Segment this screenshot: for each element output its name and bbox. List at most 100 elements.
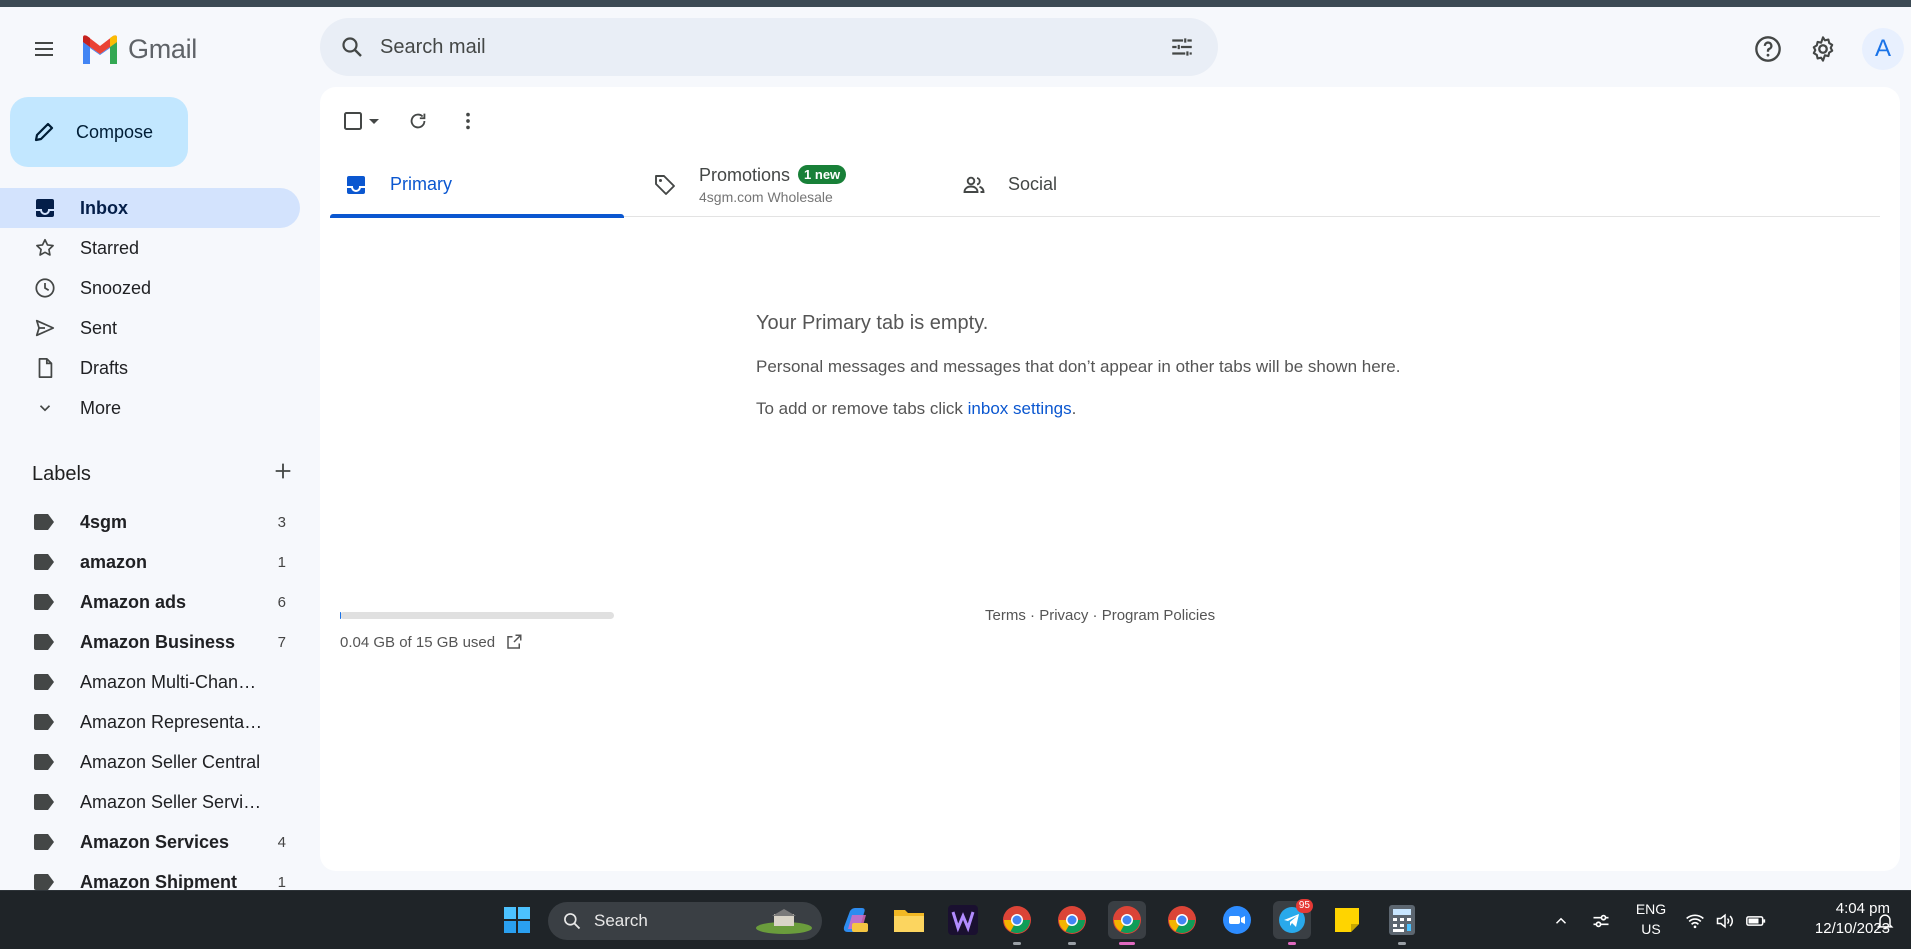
support-button[interactable] [1746, 27, 1790, 71]
storage-text: 0.04 GB of 15 GB used [340, 633, 496, 651]
search-input[interactable] [380, 35, 1154, 59]
input-language-indicator[interactable]: ENG US [1633, 899, 1669, 939]
sidebar-item-drafts[interactable]: Drafts [0, 348, 300, 388]
taskbar-chrome-3-active[interactable] [1108, 901, 1146, 945]
terms-link[interactable]: Terms [985, 607, 1026, 624]
sidebar-nav: Inbox Starred Snoozed Sent Drafts More [0, 188, 300, 428]
taskbar-telegram[interactable]: 95 [1273, 899, 1313, 945]
sidebar-item-label: Starred [80, 237, 140, 258]
sidebar-item-label: Sent [80, 317, 118, 338]
open-in-new-icon[interactable] [505, 633, 523, 651]
inbox-tabs: Primary Promotions 1 new 4sgm.com Wholesa… [330, 152, 1880, 218]
footer-links: Terms · Privacy · Program Policies [985, 607, 1215, 624]
label-tag-icon [34, 594, 54, 610]
mail-toolbar [336, 101, 488, 141]
refresh-button[interactable] [398, 101, 438, 141]
tune-icon [1172, 38, 1192, 56]
chrome-icon [1058, 906, 1086, 934]
label-name: 4sgm [80, 511, 128, 532]
inbox-icon [36, 199, 54, 217]
taskbar-chrome-2[interactable] [1053, 901, 1091, 945]
search-bar[interactable] [320, 18, 1218, 76]
tab-sender-preview: 4sgm.com Wholesale [699, 188, 833, 205]
compose-button[interactable]: Compose [10, 97, 188, 167]
account-avatar[interactable]: A [1862, 28, 1904, 70]
tray-settings-button[interactable] [1591, 891, 1611, 949]
notifications-button[interactable] [1875, 891, 1895, 949]
app-name: Gmail [128, 33, 198, 64]
taskbar-copilot[interactable] [836, 901, 874, 939]
clock-icon [35, 278, 55, 298]
label-name: Amazon Services [80, 831, 230, 852]
gear-icon [1812, 36, 1834, 62]
search-button[interactable] [324, 19, 380, 75]
label-item-amazon-multi-channel[interactable]: Amazon Multi-Channel ... [0, 662, 300, 702]
label-item-amazon[interactable]: amazon 1 [0, 542, 300, 582]
more-actions-button[interactable] [448, 101, 488, 141]
label-item-amazon-services[interactable]: Amazon Services 4 [0, 822, 300, 862]
label-item-amazon-business[interactable]: Amazon Business 7 [0, 622, 300, 662]
taskbar-app-w[interactable] [944, 901, 982, 939]
main-menu-button[interactable] [24, 29, 64, 69]
create-label-button[interactable] [272, 460, 294, 488]
inbox-settings-link[interactable]: inbox settings [968, 399, 1072, 418]
taskbar-sticky-notes[interactable] [1328, 901, 1366, 939]
taskbar-search[interactable]: Search [548, 902, 822, 940]
refresh-icon [410, 113, 426, 129]
empty-state: Your Primary tab is empty. Personal mess… [756, 312, 1556, 441]
label-count: 1 [277, 553, 286, 571]
sidebar-item-label: Snoozed [80, 277, 152, 298]
label-name: Amazon Business [80, 631, 236, 652]
label-item-4sgm[interactable]: 4sgm 3 [0, 502, 300, 542]
taskbar-chrome-1[interactable] [998, 901, 1036, 945]
gmail-logo[interactable]: Gmail [80, 31, 197, 67]
tray-overflow-button[interactable] [1552, 891, 1570, 949]
new-count-badge: 1 new [798, 164, 847, 184]
label-tag-icon [34, 514, 54, 530]
sliders-icon [1593, 914, 1609, 927]
star-icon [36, 238, 54, 256]
help-icon [1755, 36, 1781, 62]
search-highlight-icon [756, 909, 812, 934]
search-options-button[interactable] [1154, 19, 1210, 75]
sidebar-item-more[interactable]: More [0, 388, 300, 428]
sidebar-item-sent[interactable]: Sent [0, 308, 300, 348]
privacy-link[interactable]: Privacy [1039, 607, 1088, 624]
label-name: amazon [80, 551, 148, 572]
w-app-icon [948, 905, 978, 935]
tab-primary[interactable]: Primary [330, 152, 624, 218]
hint-text: To add or remove tabs click [756, 399, 968, 418]
clock-time: 4:04 pm [1835, 900, 1890, 917]
settings-button[interactable] [1801, 27, 1845, 71]
label-tag-icon [34, 754, 54, 770]
label-item-amazon-representative[interactable]: Amazon Representative [0, 702, 300, 742]
label-count: 1 [277, 873, 286, 891]
label-count: 6 [277, 593, 286, 611]
labels-header: Labels [32, 460, 294, 488]
sidebar-item-label: More [80, 397, 122, 418]
telegram-badge: 95 [1295, 899, 1313, 913]
label-tag-icon [34, 794, 54, 810]
label-item-amazon-seller-central[interactable]: Amazon Seller Central [0, 742, 300, 782]
taskbar-file-explorer[interactable] [890, 901, 928, 939]
start-button[interactable] [498, 901, 536, 939]
storage-bar [340, 612, 614, 619]
taskbar-calculator[interactable] [1383, 901, 1421, 945]
system-clock[interactable]: 4:04 pm 12/10/2023 [1780, 899, 1890, 939]
tab-promotions[interactable]: Promotions 1 new 4sgm.com Wholesale [639, 152, 933, 217]
empty-heading: Your Primary tab is empty. [756, 312, 989, 334]
label-item-amazon-ads[interactable]: Amazon ads 6 [0, 582, 300, 622]
taskbar-zoom[interactable] [1218, 901, 1256, 939]
header: Gmail A [0, 7, 1911, 87]
label-item-amazon-seller-services[interactable]: Amazon Seller Services [0, 782, 300, 822]
program-policies-link[interactable]: Program Policies [1102, 607, 1215, 624]
select-checkbox-dropdown[interactable] [336, 101, 388, 141]
taskbar-chrome-4[interactable] [1163, 901, 1201, 939]
checkbox-icon [344, 112, 362, 130]
tab-social[interactable]: Social [948, 152, 1242, 217]
sidebar-item-inbox[interactable]: Inbox [0, 188, 300, 228]
labels-list: 4sgm 3 amazon 1 Amazon ads 6 Amazon Busi… [0, 502, 300, 902]
sidebar-item-starred[interactable]: Starred [0, 228, 300, 268]
sidebar-item-snoozed[interactable]: Snoozed [0, 268, 300, 308]
quick-settings[interactable] [1685, 891, 1767, 949]
